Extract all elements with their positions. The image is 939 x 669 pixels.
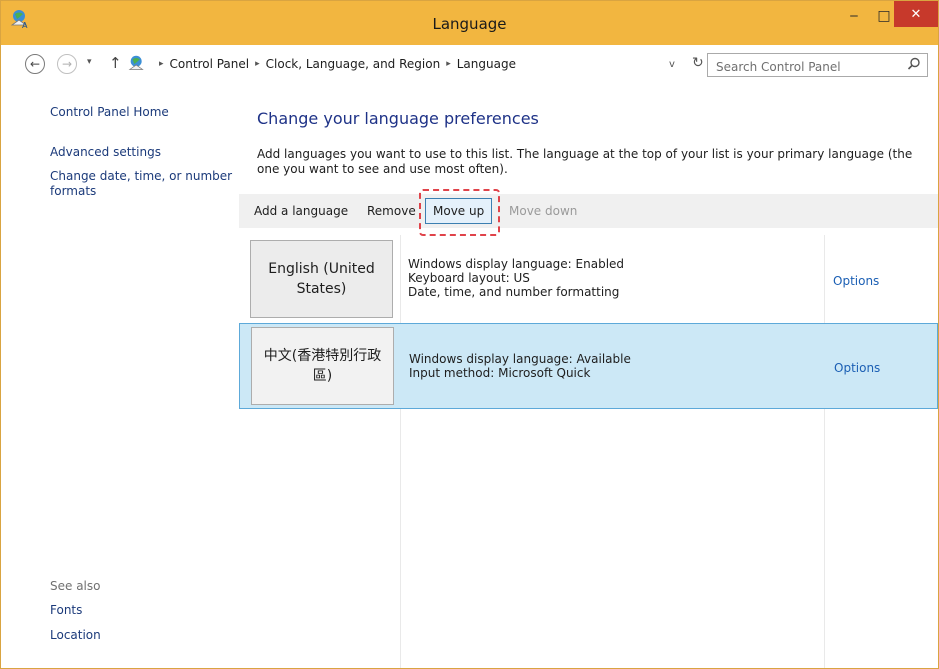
search-input[interactable] (708, 54, 898, 76)
formatting-info: Date, time, and number formatting (408, 285, 620, 299)
page-title: Change your language preferences (257, 109, 539, 128)
page-description: Add languages you want to use to this li… (257, 147, 913, 176)
window-title: Language (432, 15, 507, 33)
language-details: Windows display language: Available Inpu… (409, 352, 631, 380)
breadcrumb-separator[interactable]: ▸ (446, 59, 451, 69)
language-list: English (United States) Windows display … (239, 235, 938, 668)
title-bar[interactable]: A Language ‒ □ ✕ (1, 1, 938, 45)
see-also-heading: See also (50, 579, 101, 593)
recent-locations-button[interactable]: ▾ (87, 57, 92, 67)
search-icon[interactable] (907, 57, 921, 71)
search-box[interactable] (707, 53, 928, 77)
language-details: Windows display language: Enabled Keyboa… (408, 257, 624, 299)
minimize-button[interactable]: ‒ (837, 1, 871, 31)
breadcrumb-clock-language-region[interactable]: Clock, Language, and Region (266, 57, 441, 71)
control-panel-home-link[interactable]: Control Panel Home (50, 105, 169, 120)
language-row-chinese-hk[interactable]: 中文(香港特別行政區) Windows display language: Av… (239, 323, 938, 409)
fonts-link[interactable]: Fonts (50, 603, 82, 617)
refresh-button[interactable]: ↻ (692, 55, 704, 71)
control-panel-globe-icon[interactable] (127, 53, 149, 75)
language-button-english[interactable]: English (United States) (250, 240, 393, 318)
add-language-button[interactable]: Add a language (254, 204, 348, 218)
language-row-english[interactable]: English (United States) Windows display … (239, 235, 938, 321)
highlight-annotation (419, 189, 500, 236)
options-link-english[interactable]: Options (833, 274, 879, 288)
breadcrumb-language[interactable]: Language (457, 57, 516, 71)
advanced-settings-link[interactable]: Advanced settings (50, 145, 161, 160)
keyboard-layout: Keyboard layout: US (408, 271, 530, 285)
close-button[interactable]: ✕ (894, 1, 938, 27)
language-button-chinese-hk[interactable]: 中文(香港特別行政區) (251, 327, 394, 405)
language-window: A Language ‒ □ ✕ ← → ▾ ↑ ▸ Control Panel… (0, 0, 939, 669)
breadcrumb-separator[interactable]: ▸ (255, 59, 260, 69)
remove-button[interactable]: Remove (367, 204, 416, 218)
back-button[interactable]: ← (25, 54, 45, 74)
change-date-formats-link[interactable]: Change date, time, or number formats (50, 169, 240, 199)
input-method: Input method: Microsoft Quick (409, 366, 591, 380)
forward-button[interactable]: → (57, 54, 77, 74)
breadcrumb-separator[interactable]: ▸ (159, 59, 164, 69)
move-down-button[interactable]: Move down (509, 204, 577, 218)
language-toolbar: Add a language Remove Move up Move down (239, 194, 938, 228)
breadcrumb: ▸ Control Panel ▸ Clock, Language, and R… (127, 51, 689, 77)
address-dropdown-button[interactable]: v (669, 59, 675, 70)
breadcrumb-control-panel[interactable]: Control Panel (170, 57, 250, 71)
up-button[interactable]: ↑ (109, 54, 122, 72)
options-link-chinese-hk[interactable]: Options (834, 361, 880, 375)
address-bar: ← → ▾ ↑ ▸ Control Panel ▸ Clock, Languag… (1, 45, 938, 85)
display-language-status: Windows display language: Enabled (408, 257, 625, 271)
display-language-status: Windows display language: Available (409, 352, 631, 366)
location-link[interactable]: Location (50, 628, 101, 642)
